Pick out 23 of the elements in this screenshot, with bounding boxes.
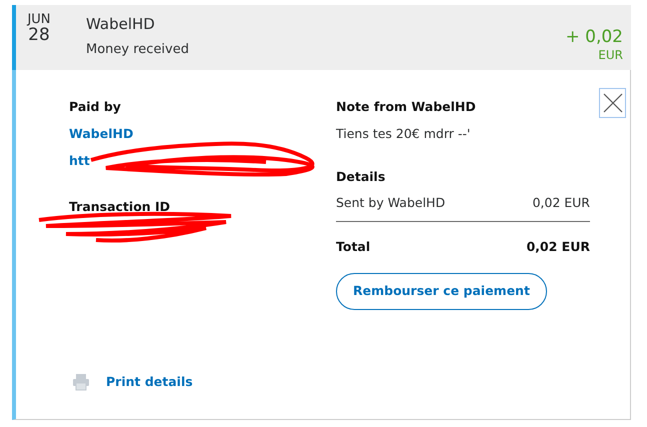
amount: + 0,02 (566, 29, 623, 46)
currency: EUR (597, 47, 623, 64)
website-link[interactable]: htt (69, 152, 90, 168)
payer-name: WabelHD (86, 14, 156, 35)
section-heading: Details (336, 168, 386, 186)
month-label: JUN (26, 13, 52, 26)
payer-link[interactable]: WabelHD (69, 126, 134, 141)
transaction-row[interactable]: JUN 28 WabelHD Money received + 0,02 EUR (12, 5, 631, 70)
print-details-link[interactable]: Print details (106, 373, 193, 392)
close-icon (602, 93, 622, 113)
total-label: Total (336, 238, 370, 256)
section-heading: Note from WabelHD (336, 98, 477, 116)
detail-label: Sent by WabelHD (336, 194, 446, 212)
total-value: 0,02 EUR (526, 238, 590, 256)
section-heading: Transaction ID (69, 198, 172, 216)
transaction-type: Money received (86, 40, 190, 58)
section-heading: Paid by (69, 98, 122, 116)
printer-icon (72, 373, 90, 392)
detail-value: 0,02 EUR (532, 194, 590, 212)
close-button[interactable] (599, 88, 626, 118)
refund-button[interactable]: Rembourser ce paiement (336, 272, 547, 310)
day-label: 28 (28, 26, 51, 45)
note-text: Tiens tes 20€ mdrr --' (336, 124, 472, 143)
